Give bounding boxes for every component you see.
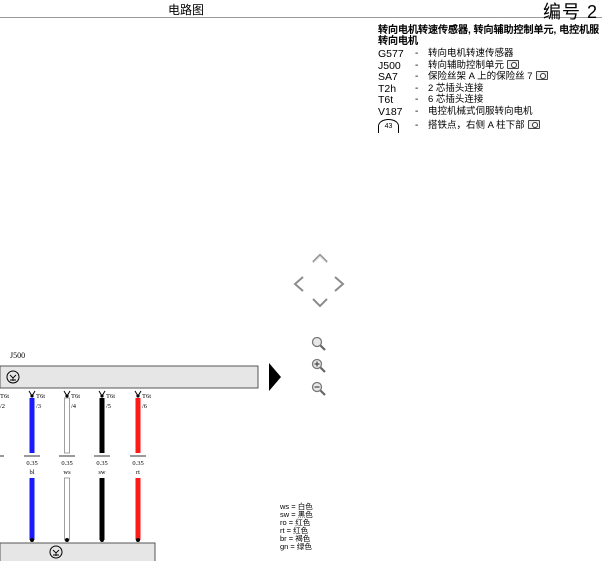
legend-desc: 保险丝架 A 上的保险丝 7 xyxy=(428,71,548,83)
legend-dash: - xyxy=(415,82,419,94)
navigation-controls xyxy=(292,250,352,400)
wire-rt[interactable]: T6t/6 0.35 rt xyxy=(130,390,151,542)
connector-pin-label: /4 xyxy=(71,403,77,410)
wire-segment xyxy=(99,478,105,540)
junction-dot xyxy=(100,538,104,542)
wire-segment xyxy=(29,398,35,453)
camera-icon[interactable] xyxy=(507,59,520,69)
connector-label: T6t xyxy=(36,393,45,400)
legend-dash: - xyxy=(415,119,419,131)
component-label-j500: J500 xyxy=(10,351,25,360)
legend-desc: 6 芯插头连接 xyxy=(428,94,484,106)
camera-icon[interactable] xyxy=(535,71,548,81)
control-unit-v187[interactable] xyxy=(0,542,156,561)
wire-bl[interactable]: T6t/3 0.35 bl xyxy=(24,390,45,542)
zoom-out-icon[interactable] xyxy=(311,381,327,397)
junction-dot xyxy=(136,538,140,542)
chevron-right-icon[interactable] xyxy=(332,275,346,293)
wire-segment xyxy=(135,478,141,540)
legend-dash: - xyxy=(415,94,419,106)
wire-segment xyxy=(135,398,141,453)
legend-desc-text: 搭铁点，右侧 A 柱下部 xyxy=(428,119,525,131)
wire-color-label: ws xyxy=(63,469,71,476)
legend-desc: 转向辅助控制单元 xyxy=(428,59,520,72)
wire-size-label: 0.35 xyxy=(61,460,72,467)
legend-row-t6t: T6t - 6 芯插头连接 xyxy=(378,94,602,106)
junction-dot xyxy=(65,538,69,542)
wire-color-label: bl xyxy=(29,469,34,476)
component-legend: 转向电机转速传感器, 转向辅助控制单元, 电控机服转向电机 G577 - 转向电… xyxy=(378,25,602,136)
legend-dash: - xyxy=(415,59,419,71)
connector-pin-label: /2 xyxy=(0,403,5,410)
connector-label: T6t xyxy=(0,393,9,400)
ground-point-symbol: 43 xyxy=(378,118,399,133)
chevron-down-icon[interactable] xyxy=(311,297,329,311)
control-unit-j500[interactable] xyxy=(0,365,259,389)
chevron-left-icon[interactable] xyxy=(292,275,306,293)
legend-row-sa7: SA7 - 保险丝架 A 上的保险丝 7 xyxy=(378,71,602,83)
chevron-up-icon[interactable] xyxy=(311,252,329,266)
header-bar: 电路图 编号 2 xyxy=(0,0,602,22)
legend-desc: 转向电机转速传感器 xyxy=(428,48,514,60)
wire-color-key: ws = 白色 sw = 黑色 ro = 红色 rt = 红色 br = 褐色 … xyxy=(280,503,313,551)
legend-code: J500 xyxy=(378,59,401,72)
color-key-entry: gn = 绿色 xyxy=(280,542,312,551)
zoom-in-icon[interactable] xyxy=(311,358,327,374)
connector-dot xyxy=(30,394,34,398)
junction-dot xyxy=(30,538,34,542)
connector-dot xyxy=(136,394,140,398)
wire-size-label: 0.35 xyxy=(26,460,37,467)
connector-label: T6t xyxy=(106,393,115,400)
legend-code: T2h xyxy=(378,82,397,95)
connector-dot xyxy=(65,394,69,398)
legend-title: 转向电机转速传感器, 转向辅助控制单元, 电控机服转向电机 xyxy=(378,25,600,47)
wire-segment xyxy=(99,398,105,453)
legend-desc: 2 芯插头连接 xyxy=(428,82,484,94)
wire-color-label: rt xyxy=(136,469,140,476)
legend-dash: - xyxy=(415,48,419,59)
wire-sw[interactable]: T6t/5 0.35 sw xyxy=(94,390,115,542)
wire-pin2[interactable]: T6t/2.5 xyxy=(0,391,9,542)
magnifier-icon[interactable] xyxy=(311,336,327,352)
wire-segment xyxy=(29,478,35,540)
legend-row-t2h: T2h - 2 芯插头连接 xyxy=(378,83,602,95)
camera-icon[interactable] xyxy=(527,119,540,129)
connector-dot xyxy=(100,394,104,398)
wire-size-label: 0.35 xyxy=(132,460,143,467)
legend-code: SA7 xyxy=(378,71,398,84)
wire-group: T6t/2.5T6t/30.35blT6t/40.35wsT6t/50.35sw… xyxy=(0,390,151,542)
connector-label: T6t xyxy=(71,393,80,400)
legend-desc-text: 转向电机转速传感器 xyxy=(428,48,514,59)
legend-dash: - xyxy=(415,71,419,83)
legend-code: G577 xyxy=(378,48,404,60)
wire-ws[interactable]: T6t/4 0.35 ws xyxy=(59,390,80,542)
legend-row-j500: J500 - 转向辅助控制单元 xyxy=(378,59,602,72)
legend-row-ground-43: 43 - 搭铁点，右侧 A 柱下部 xyxy=(378,118,602,136)
legend-desc-text: 转向辅助控制单元 xyxy=(428,59,505,71)
wire-segment xyxy=(64,397,70,454)
connector-pin-label: /3 xyxy=(36,403,41,410)
legend-code: V187 xyxy=(378,105,403,118)
connector-pin-label: /6 xyxy=(142,403,148,410)
legend-dash: - xyxy=(415,105,419,117)
wire-segment xyxy=(64,477,70,541)
legend-row-v187: V187 - 电控机械式伺服转向电机 xyxy=(378,106,602,118)
legend-row-g577: G577 - 转向电机转速传感器 xyxy=(378,48,602,60)
legend-code: T6t xyxy=(378,94,394,107)
sheet-number: 编号 2 xyxy=(542,2,598,22)
connector-label: T6t xyxy=(142,393,151,400)
page-title: 电路图 xyxy=(167,3,204,17)
legend-desc: 搭铁点，右侧 A 柱下部 xyxy=(428,119,540,132)
wire-size-label: 0.35 xyxy=(96,460,107,467)
legend-desc-text: 保险丝架 A 上的保险丝 7 xyxy=(428,71,533,83)
connector-pin-label: /5 xyxy=(106,403,111,410)
legend-desc: 电控机械式伺服转向电机 xyxy=(428,105,533,117)
circuit-diagram-page: 电路图 编号 2 转向电机转速传感器, 转向辅助控制单元, 电控机服转向电机 G… xyxy=(0,0,602,561)
next-page-arrow-icon[interactable] xyxy=(268,362,282,392)
wire-color-label: sw xyxy=(98,469,106,476)
